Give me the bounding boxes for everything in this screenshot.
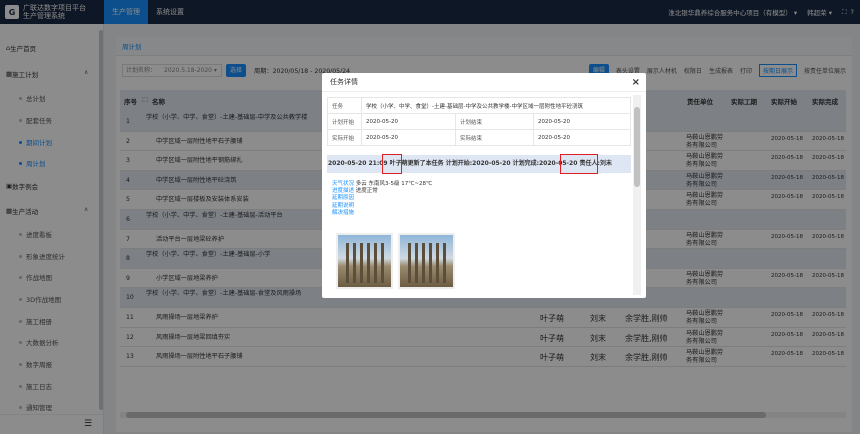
highlight-box-responsible [560, 154, 598, 174]
actual-end-key: 实际结束 [455, 129, 534, 146]
progress-value: 进度正常 [355, 188, 378, 195]
modal-scrollbar[interactable] [633, 95, 641, 295]
progress-label: 进度描述 [332, 188, 355, 195]
plan-end-value: 2020-05-20 [533, 113, 631, 130]
modal-header: 任务详情 × [322, 73, 646, 92]
progress-info: 天气状况 多云 东南风3-5级 17℃~28℃ 进度描述 进度正常 延期原因 延… [332, 181, 432, 217]
weather-label: 天气状况 [332, 181, 355, 187]
task-detail-modal: 任务详情 × 任务 学校（小学、中学、食堂）-土建-基础层-中学及公共教学楼-中… [322, 73, 646, 298]
weather-value: 多云 东南风3-5级 17℃~28℃ [355, 181, 433, 187]
highlight-box-user [382, 154, 402, 174]
site-photo-1[interactable] [336, 233, 393, 289]
plan-start-value: 2020-05-20 [361, 113, 456, 130]
actual-start-value: 2020-05-20 [361, 129, 456, 146]
task-value: 学校（小学、中学、食堂）-土建-基础层-中学及公共教学楼-中学区域一层附性地平砼… [361, 97, 631, 114]
site-photo-2[interactable] [398, 233, 455, 289]
delay-reason-label: 延期原因 [332, 195, 355, 202]
close-icon[interactable]: × [632, 73, 640, 92]
plan-end-key: 计划结束 [455, 113, 534, 130]
solution-label: 解决措施 [332, 209, 355, 216]
task-info-table: 任务 学校（小学、中学、食堂）-土建-基础层-中学及公共教学楼-中学区域一层附性… [327, 97, 631, 146]
chevron-down-icon[interactable]: ⌄ [608, 155, 613, 173]
delay-note-label: 延期说明 [332, 202, 355, 209]
actual-start-key: 实际开始 [327, 129, 362, 146]
plan-start-key: 计划开始 [327, 113, 362, 130]
modal-title: 任务详情 [330, 78, 358, 86]
actual-end-value: 2020-05-20 [533, 129, 631, 146]
task-key: 任务 [327, 97, 362, 114]
